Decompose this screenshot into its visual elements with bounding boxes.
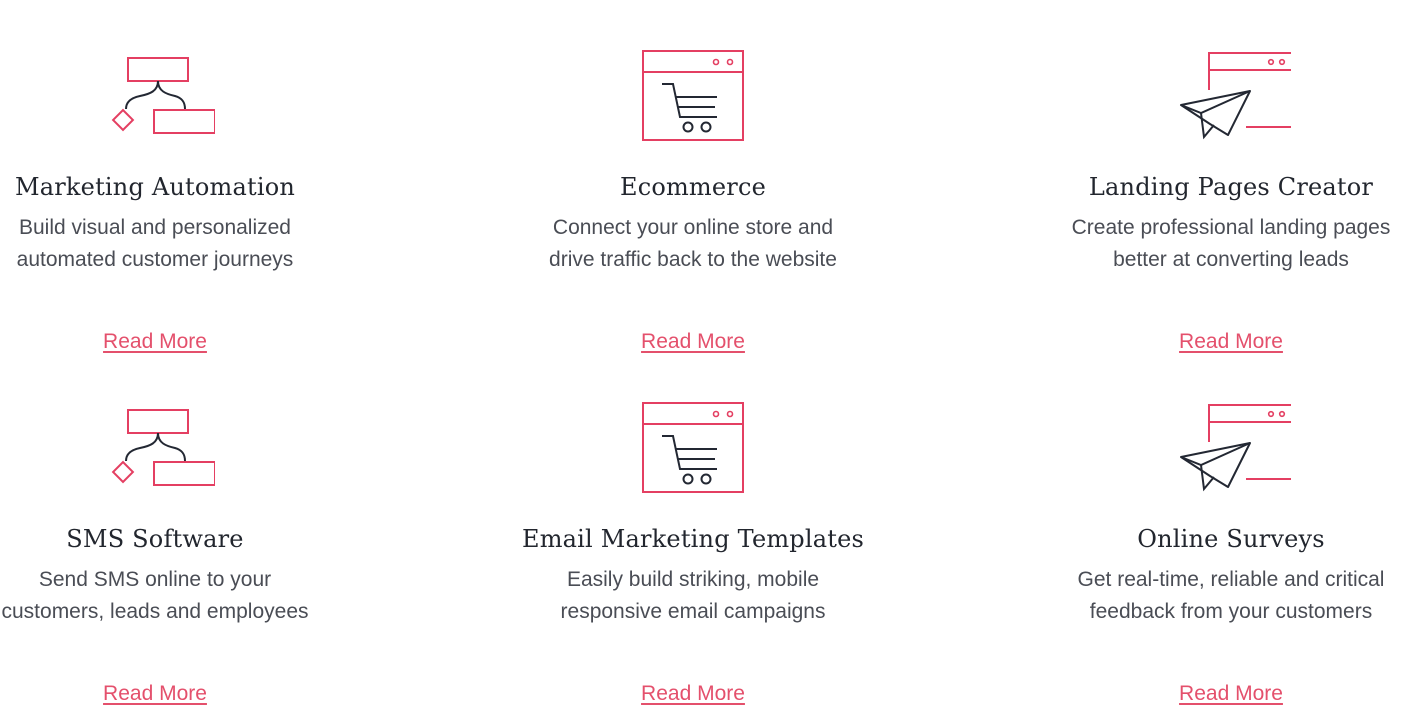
description-line: customers, leads and employees <box>1 600 309 623</box>
shopping-cart-browser-icon <box>642 50 744 141</box>
features-grid: Marketing Automation Build visual and pe… <box>0 0 1408 722</box>
feature-description: Create professional landing pages better… <box>1031 212 1408 276</box>
shopping-cart-browser-icon <box>642 402 744 493</box>
description-line: feedback from your customers <box>1089 600 1373 623</box>
feature-title: Online Surveys <box>1137 525 1325 553</box>
feature-title: SMS Software <box>66 525 244 553</box>
read-more-link[interactable]: Read More <box>0 330 355 354</box>
read-more-link[interactable]: Read More <box>493 330 893 354</box>
description-line: Easily build striking, mobile <box>566 568 820 591</box>
description-line: Get real-time, reliable and critical <box>1077 568 1385 591</box>
feature-description: Connect your online store and drive traf… <box>493 212 893 276</box>
feature-card-marketing-automation: Marketing Automation Build visual and pe… <box>0 45 355 375</box>
feature-title: Marketing Automation <box>14 173 296 201</box>
feature-title: Email Marketing Templates <box>521 525 865 553</box>
paper-plane-browser-icon <box>1180 404 1291 492</box>
feature-description: Easily build striking, mobile responsive… <box>493 564 893 628</box>
description-line: automated customer journeys <box>16 248 294 271</box>
read-more-link[interactable]: Read More <box>493 682 893 706</box>
read-more-link[interactable]: Read More <box>1031 682 1408 706</box>
description-line: Build visual and personalized <box>18 216 291 239</box>
description-line: better at converting leads <box>1113 248 1349 271</box>
paper-plane-browser-icon <box>1180 52 1291 140</box>
description-line: drive traffic back to the website <box>549 248 837 271</box>
description-line: Connect your online store and <box>552 216 834 239</box>
feature-title: Ecommerce <box>619 173 767 201</box>
read-more-link[interactable]: Read More <box>0 682 355 706</box>
description-line: responsive email campaigns <box>560 600 826 623</box>
feature-description: Get real-time, reliable and critical fee… <box>1031 564 1408 628</box>
feature-title: Landing Pages Creator <box>1088 173 1374 201</box>
feature-card-ecommerce: Ecommerce Connect your online store and … <box>493 45 893 375</box>
feature-description: Send SMS online to your customers, leads… <box>0 564 355 628</box>
feature-card-landing-pages-creator: Landing Pages Creator Create professiona… <box>1031 45 1408 375</box>
feature-description: Build visual and personalized automated … <box>0 212 355 276</box>
read-more-link[interactable]: Read More <box>1031 330 1408 354</box>
feature-card-online-surveys: Online Surveys Get real-time, reliable a… <box>1031 397 1408 722</box>
feature-card-sms-software: SMS Software Send SMS online to your cus… <box>0 397 355 722</box>
feature-card-email-marketing-templates: Email Marketing Templates Easily build s… <box>493 397 893 722</box>
workflow-icon <box>111 409 215 486</box>
workflow-icon <box>111 57 215 134</box>
description-line: Create professional landing pages <box>1071 216 1391 239</box>
description-line: Send SMS online to your <box>38 568 272 591</box>
